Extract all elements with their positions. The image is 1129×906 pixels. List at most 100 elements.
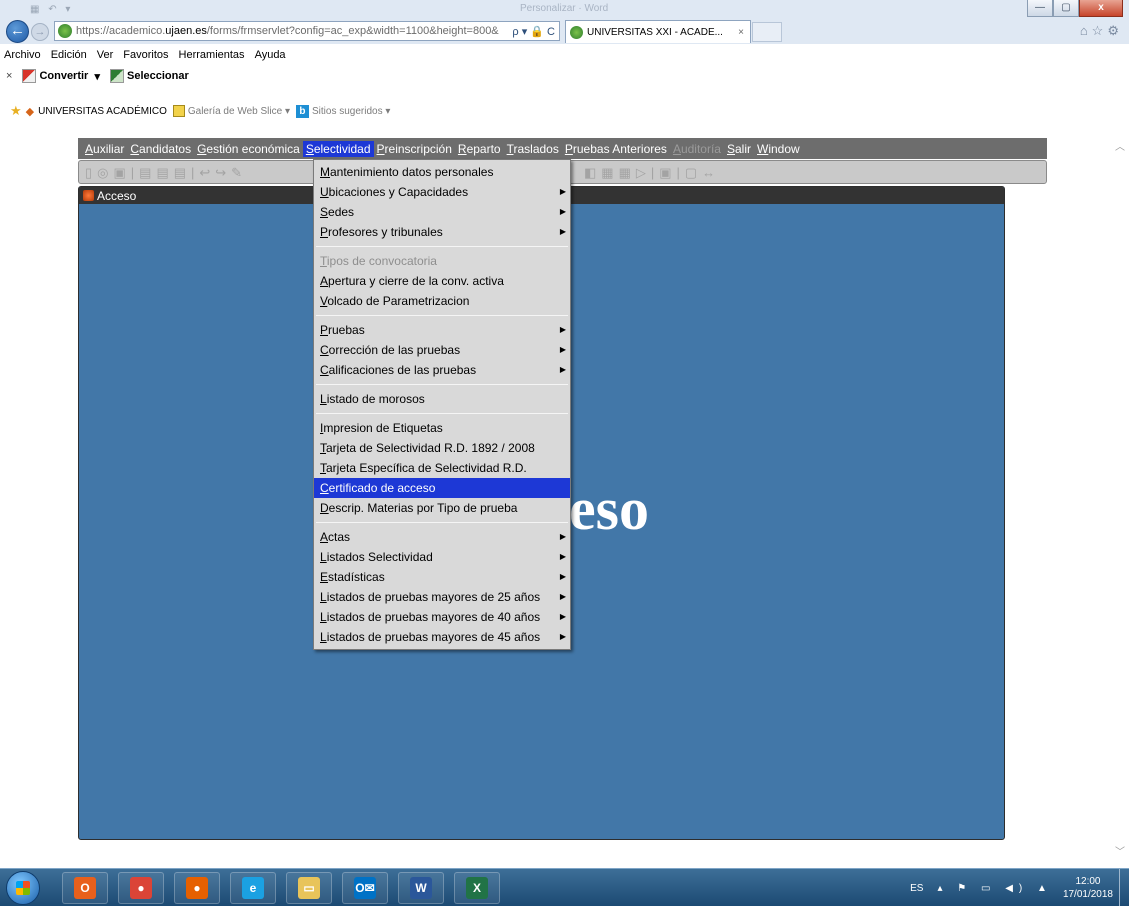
- taskbar-app-4[interactable]: ▭: [286, 872, 332, 904]
- taskbar-app-0[interactable]: O: [62, 872, 108, 904]
- favorites-star-icon[interactable]: ★: [10, 103, 22, 119]
- browser-menu-item-3[interactable]: Favoritos: [123, 49, 168, 61]
- address-bar-icons[interactable]: ρ ▾ 🔒 C: [508, 25, 559, 38]
- windows-logo-icon: [16, 881, 30, 895]
- page-scrollbar[interactable]: ︿ ﹀: [1112, 130, 1129, 868]
- command-bar-close-icon[interactable]: ×: [6, 70, 12, 82]
- dropdown-item-4-4[interactable]: Descrip. Materias por Tipo de prueba: [314, 498, 570, 518]
- select-button[interactable]: Seleccionar: [110, 69, 189, 83]
- back-button[interactable]: ←: [6, 20, 29, 43]
- window-title-bar: ▦ ↶ ▾ Personalizar · Word — ▢ x: [0, 0, 1129, 18]
- dropdown-item-3-0[interactable]: Listado de morosos: [314, 389, 570, 409]
- browser-tab[interactable]: UNIVERSITAS XXI - ACADE... ×: [565, 20, 751, 43]
- submenu-arrow-icon: ▶: [559, 345, 566, 354]
- app-menu-item-9[interactable]: Salir: [724, 141, 754, 157]
- clock-date: 17/01/2018: [1062, 889, 1113, 900]
- menu-separator: [316, 246, 568, 247]
- browser-menu-item-0[interactable]: Archivo: [4, 49, 41, 61]
- window-controls: — ▢ x: [1027, 0, 1123, 17]
- app-menu-item-1[interactable]: Candidatos: [127, 141, 194, 157]
- clock[interactable]: 12:00 17/01/2018: [1063, 875, 1113, 901]
- dropdown-item-4-1[interactable]: Tarjeta de Selectividad R.D. 1892 / 2008: [314, 438, 570, 458]
- maximize-button[interactable]: ▢: [1053, 0, 1079, 17]
- taskbar-app-3[interactable]: e: [230, 872, 276, 904]
- taskbar-app-5[interactable]: O✉: [342, 872, 388, 904]
- browser-menu-item-4[interactable]: Herramientas: [179, 49, 245, 61]
- dropdown-item-0-0[interactable]: Mantenimiento datos personales: [314, 162, 570, 182]
- taskbar-app-2[interactable]: ●: [174, 872, 220, 904]
- dropdown-item-5-4[interactable]: Listados de pruebas mayores de 40 años ▶: [314, 607, 570, 627]
- browser-menu-item-1[interactable]: Edición: [51, 49, 87, 61]
- app-menu-item-10[interactable]: Window: [754, 141, 803, 157]
- scroll-down-icon[interactable]: ﹀: [1115, 843, 1125, 858]
- app-menu-item-8: Auditoría: [672, 141, 721, 156]
- dropdown-item-1-0: Tipos de convocatoria: [320, 254, 437, 268]
- suggested-sites-link[interactable]: Sitios sugeridos ▾: [312, 106, 390, 117]
- word-icon: W: [410, 877, 432, 899]
- browser-menu-item-5[interactable]: Ayuda: [255, 49, 286, 61]
- minimize-button[interactable]: —: [1027, 0, 1053, 17]
- app-menu-item-3[interactable]: Selectividad: [302, 140, 374, 157]
- bing-icon: b: [295, 104, 309, 118]
- dropdown-item-5-0[interactable]: Actas ▶: [314, 527, 570, 547]
- app-menu-item-6[interactable]: Traslados: [504, 141, 562, 157]
- app-menu-item-5[interactable]: Reparto: [455, 141, 504, 157]
- dropdown-item-1-1[interactable]: Apertura y cierre de la conv. activa: [314, 271, 570, 291]
- dropdown-item-2-1[interactable]: Corrección de las pruebas ▶: [314, 340, 570, 360]
- tray-icons[interactable]: ▴ ⚑ ▭ ◀) ▲: [937, 883, 1052, 894]
- window-title: Personalizar · Word: [520, 3, 609, 14]
- app-toolbar-icons-right[interactable]: ◧▦▦▷|▣|▢↔: [584, 165, 720, 181]
- dropdown-item-2-2[interactable]: Calificaciones de las pruebas ▶: [314, 360, 570, 380]
- dropdown-item-2-0[interactable]: Pruebas ▶: [314, 320, 570, 340]
- new-tab-button[interactable]: [752, 22, 782, 42]
- app-menu-bar: Auxiliar Candidatos Gestión económica Selec…: [78, 138, 1047, 159]
- taskbar: O ● ● e ▭ O✉ W X ES ▴ ⚑ ▭ ◀) ▲ 12:00 17/01/2018: [0, 868, 1129, 906]
- dropdown-item-5-1[interactable]: Listados Selectividad ▶: [314, 547, 570, 567]
- scroll-up-icon[interactable]: ︿: [1115, 138, 1125, 153]
- address-bar[interactable]: https://academico.ujaen.es/forms/frmserv…: [54, 21, 560, 41]
- tab-favicon-icon: [570, 25, 583, 39]
- language-indicator[interactable]: ES: [910, 883, 923, 894]
- submenu-arrow-icon: ▶: [559, 572, 566, 581]
- dropdown-item-0-2[interactable]: Sedes ▶: [314, 202, 570, 222]
- forward-button[interactable]: →: [31, 23, 49, 41]
- dropdown-item-4-2[interactable]: Tarjeta Específica de Selectividad R.D.: [314, 458, 570, 478]
- dropdown-item-0-1[interactable]: Ubicaciones y Capacidades ▶: [314, 182, 570, 202]
- start-button[interactable]: [6, 871, 40, 905]
- submenu-arrow-icon: ▶: [559, 532, 566, 541]
- dropdown-item-4-3[interactable]: Certificado de acceso: [314, 478, 570, 498]
- chrome-icon: ●: [130, 877, 152, 899]
- tab-close-icon[interactable]: ×: [738, 27, 744, 38]
- submenu-arrow-icon: ▶: [559, 227, 566, 236]
- web-slice-gallery-link[interactable]: Galería de Web Slice ▾: [188, 106, 290, 117]
- app-toolbar-icons-left[interactable]: ▯◎▣|▤▤▤|↩↪✎: [85, 165, 247, 181]
- dropdown-item-5-2[interactable]: Estadísticas ▶: [314, 567, 570, 587]
- file-explorer-icon: ▭: [298, 877, 320, 899]
- favorite-universitas-link[interactable]: UNIVERSITAS ACADÉMICO: [38, 106, 167, 117]
- convert-button[interactable]: Convertir ▾: [22, 69, 100, 83]
- menu-separator: [316, 522, 568, 523]
- show-desktop-button[interactable]: [1119, 869, 1129, 906]
- dropdown-item-0-3[interactable]: Profesores y tribunales ▶: [314, 222, 570, 242]
- taskbar-app-7[interactable]: X: [454, 872, 500, 904]
- address-row: ← → https://academico.ujaen.es/forms/frm…: [0, 18, 1129, 44]
- app-menu-item-0[interactable]: Auxiliar: [82, 141, 127, 157]
- app-menu-item-2[interactable]: Gestión económica: [194, 141, 303, 157]
- app-menu-item-7[interactable]: Pruebas Anteriores: [562, 141, 670, 157]
- menu-separator: [316, 413, 568, 414]
- firefox-icon: ●: [186, 877, 208, 899]
- dropdown-item-5-3[interactable]: Listados de pruebas mayores de 25 años ▶: [314, 587, 570, 607]
- app-menu-item-4[interactable]: Preinscripción: [374, 141, 455, 157]
- taskbar-app-1[interactable]: ●: [118, 872, 164, 904]
- dropdown-item-1-2[interactable]: Volcado de Parametrizacion: [314, 291, 570, 311]
- dropdown-item-4-0[interactable]: Impresion de Etiquetas: [314, 418, 570, 438]
- outlook-icon: O: [74, 877, 96, 899]
- submenu-arrow-icon: ▶: [559, 325, 566, 334]
- dropdown-item-5-5[interactable]: Listados de pruebas mayores de 45 años ▶: [314, 627, 570, 647]
- url-text: https://academico.ujaen.es/forms/frmserv…: [76, 25, 499, 37]
- browser-menu-item-2[interactable]: Ver: [97, 49, 114, 61]
- form-window-title: Acceso: [97, 188, 137, 203]
- browser-tool-icons[interactable]: ⌂☆⚙: [1080, 23, 1123, 39]
- close-window-button[interactable]: x: [1079, 0, 1123, 17]
- taskbar-app-6[interactable]: W: [398, 872, 444, 904]
